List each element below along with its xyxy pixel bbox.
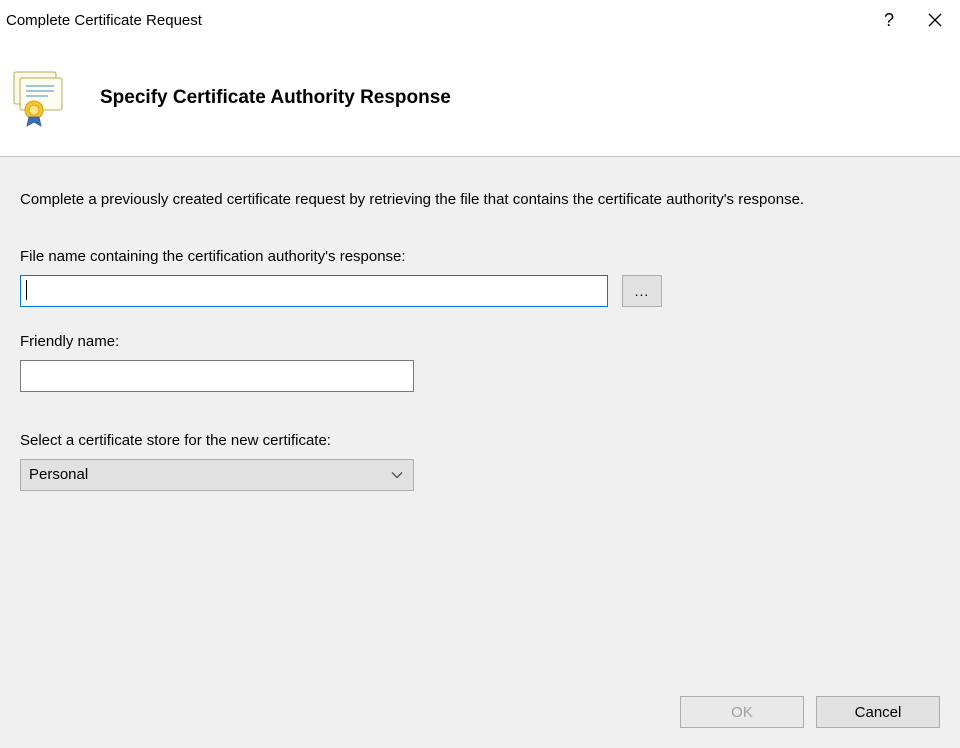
file-input[interactable] bbox=[20, 275, 608, 307]
certificate-icon bbox=[10, 68, 70, 128]
browse-label: ... bbox=[635, 283, 650, 299]
cancel-button[interactable]: Cancel bbox=[816, 696, 940, 728]
store-label: Select a certificate store for the new c… bbox=[20, 432, 940, 449]
content-area: Complete a previously created certificat… bbox=[0, 157, 960, 748]
dialog-buttons: OK Cancel bbox=[680, 696, 940, 728]
help-icon: ? bbox=[884, 10, 894, 31]
store-selected-value: Personal bbox=[29, 466, 88, 483]
close-button[interactable] bbox=[912, 4, 958, 36]
header-section: Specify Certificate Authority Response bbox=[0, 40, 960, 157]
help-button[interactable]: ? bbox=[866, 4, 912, 36]
friendly-name-input[interactable] bbox=[20, 360, 414, 392]
text-caret bbox=[26, 280, 27, 300]
titlebar-controls: ? bbox=[866, 4, 958, 36]
chevron-down-icon bbox=[391, 466, 403, 483]
file-row: ... bbox=[20, 275, 940, 307]
close-icon bbox=[928, 13, 942, 27]
intro-text: Complete a previously created certificat… bbox=[20, 189, 920, 212]
certificate-store-select[interactable]: Personal bbox=[20, 459, 414, 491]
titlebar: Complete Certificate Request ? bbox=[0, 0, 960, 40]
window-title: Complete Certificate Request bbox=[4, 12, 202, 29]
header-title: Specify Certificate Authority Response bbox=[100, 87, 451, 109]
file-label: File name containing the certification a… bbox=[20, 248, 940, 265]
friendly-label: Friendly name: bbox=[20, 333, 940, 350]
ok-button[interactable]: OK bbox=[680, 696, 804, 728]
browse-button[interactable]: ... bbox=[622, 275, 662, 307]
